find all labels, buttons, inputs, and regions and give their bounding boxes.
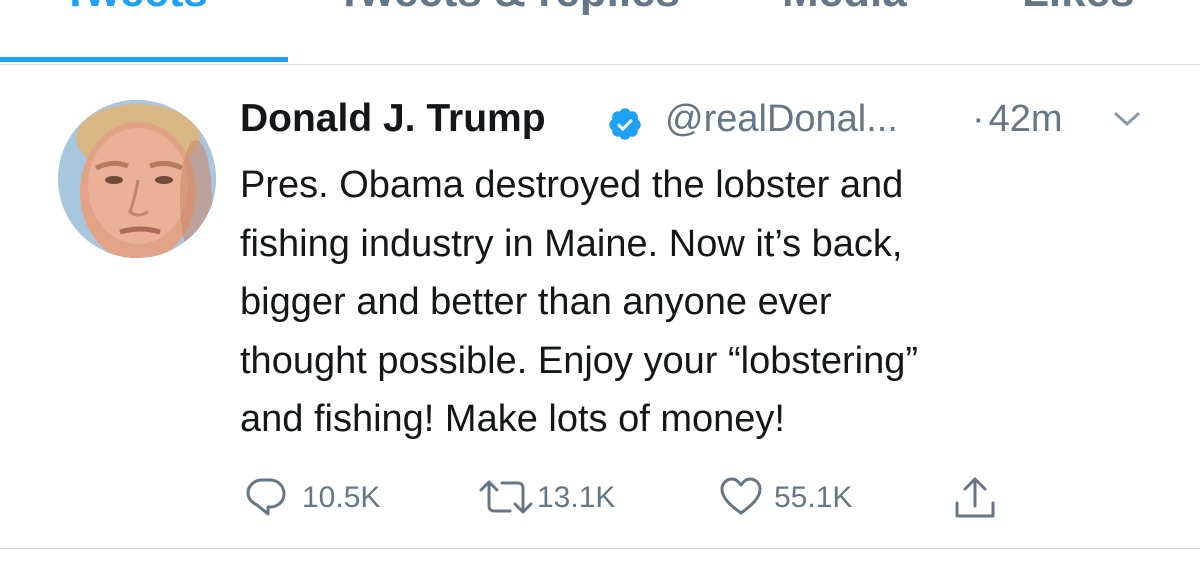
handle[interactable]: @realDonal... bbox=[665, 98, 898, 141]
separator-dot: · bbox=[972, 98, 985, 140]
profile-tab-bar: Tweets Tweets & replies Media Likes bbox=[0, 0, 1200, 65]
active-tab-indicator bbox=[0, 57, 288, 62]
reply-count: 10.5K bbox=[302, 481, 381, 514]
tab-tweets[interactable]: Tweets bbox=[62, 0, 208, 18]
time-ago: 42m bbox=[988, 98, 1063, 140]
verified-badge-icon bbox=[607, 106, 643, 142]
share-icon bbox=[955, 477, 995, 518]
tweet[interactable]: Donald J. Trump @realDonal... · 42m Pres.… bbox=[0, 64, 1200, 549]
like-count: 55.1K bbox=[774, 481, 853, 514]
tweet-actions: 10.5K 13.1K 55.1K bbox=[240, 474, 1140, 518]
tweet-text: Pres. Obama destroyed the lobster and fi… bbox=[240, 164, 919, 440]
timestamp[interactable]: · 42m bbox=[972, 98, 1063, 141]
retweet-icon bbox=[479, 480, 533, 514]
heart-icon bbox=[720, 477, 762, 515]
avatar[interactable] bbox=[58, 100, 216, 258]
tab-tweets-and-replies[interactable]: Tweets & replies bbox=[336, 0, 680, 18]
tab-media[interactable]: Media bbox=[782, 0, 907, 18]
chevron-down-icon[interactable] bbox=[1112, 108, 1142, 130]
retweet-count: 13.1K bbox=[537, 481, 616, 514]
tweet-header: Donald J. Trump @realDonal... · 42m bbox=[240, 94, 1170, 146]
display-name[interactable]: Donald J. Trump bbox=[240, 97, 546, 141]
reply-icon bbox=[246, 478, 286, 516]
tab-likes[interactable]: Likes bbox=[1022, 0, 1135, 18]
profile-photo-icon bbox=[58, 100, 216, 258]
